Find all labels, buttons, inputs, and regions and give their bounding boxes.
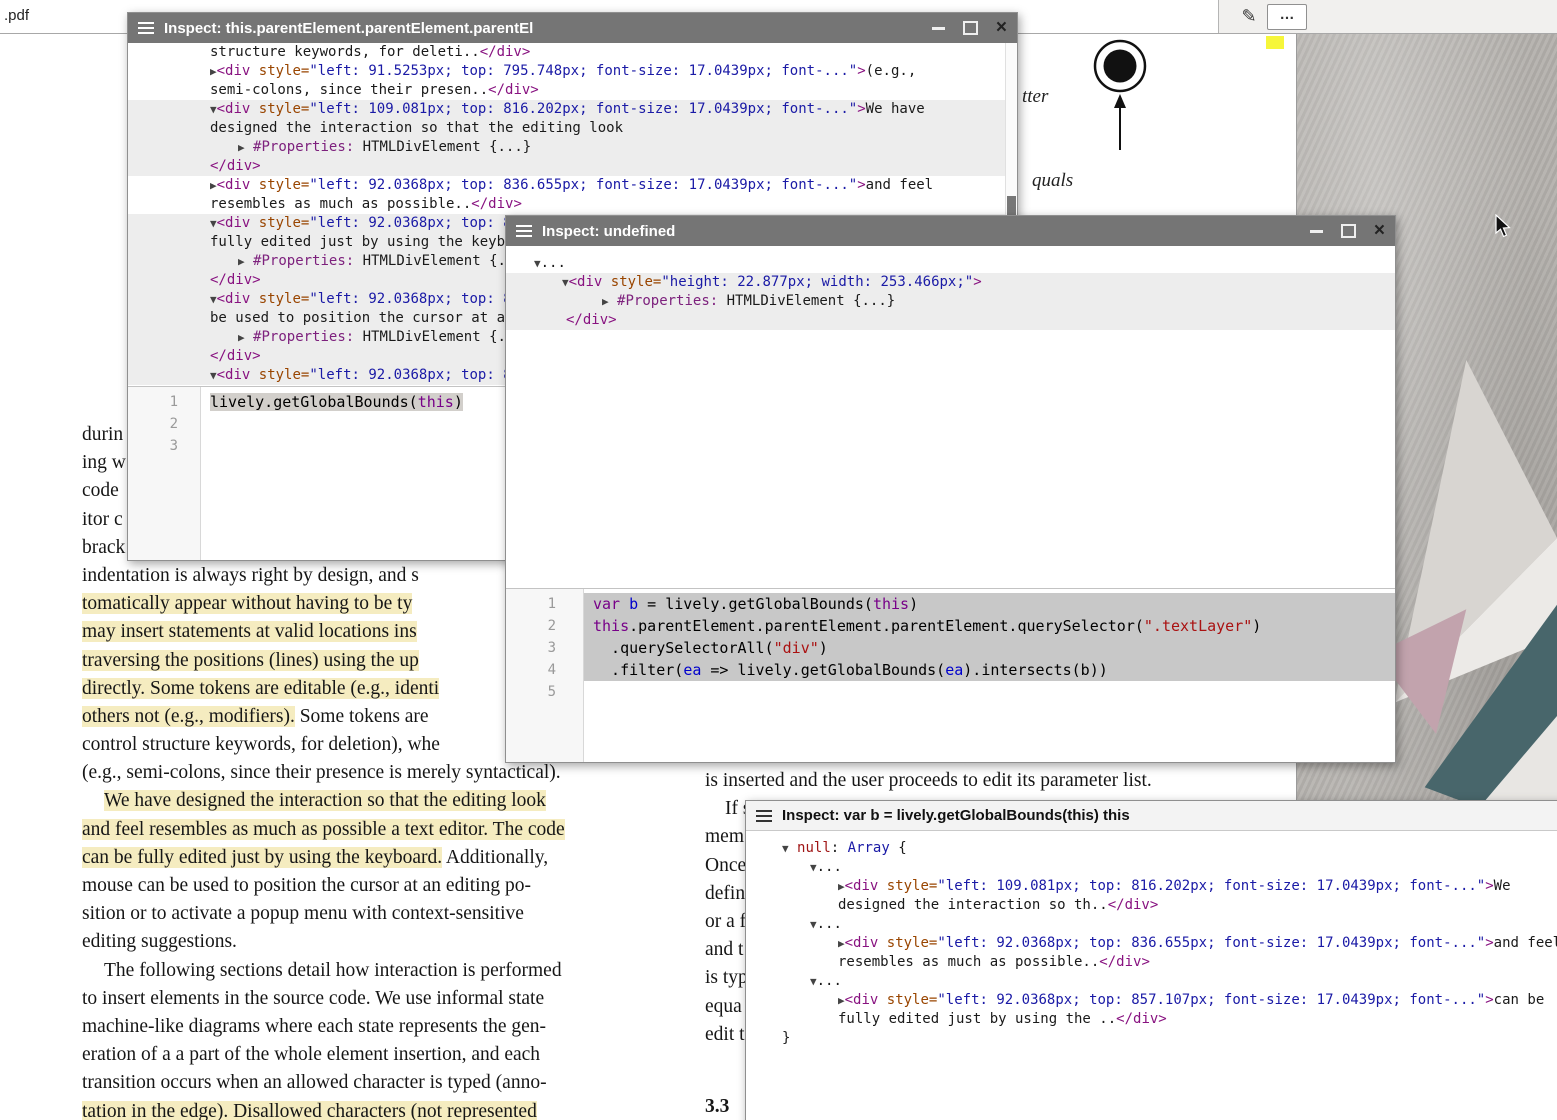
code-line[interactable]: var b = lively.getGlobalBounds(this) <box>584 593 1395 615</box>
code-line[interactable]: .filter(ea => lively.getGlobalBounds(ea)… <box>584 659 1395 681</box>
tree-row[interactable]: resembles as much as possible..</div> <box>746 953 1557 972</box>
menu-icon[interactable] <box>756 810 772 822</box>
window-titlebar[interactable]: Inspect: this.parentElement.parentElemen… <box>128 13 1017 43</box>
code-line[interactable]: this.parentElement.parentElement.parentE… <box>584 615 1395 637</box>
line-number: 3 <box>128 435 178 457</box>
window-title: Inspect: undefined <box>542 223 675 240</box>
tree-row[interactable]: } <box>746 1029 1557 1048</box>
tree-row[interactable]: </div> <box>506 311 1395 330</box>
tree-row[interactable]: ▼ null: Array { <box>746 839 1557 858</box>
pdf-text-line: machine-like diagrams where each state r… <box>82 1016 667 1044</box>
menu-icon[interactable] <box>138 22 154 34</box>
tree-row[interactable]: ▼... <box>506 254 1395 273</box>
tree-row[interactable]: </div> <box>128 157 1006 176</box>
tree-row[interactable]: resembles as much as possible..</div> <box>128 195 1006 214</box>
line-number: 1 <box>506 593 556 615</box>
pdf-tab-label[interactable]: .pdf <box>4 7 29 24</box>
pdf-diagram-label-equals: quals <box>1032 170 1073 192</box>
line-number: 5 <box>506 681 556 703</box>
pdf-text-line: We have designed the interaction so that… <box>82 790 667 818</box>
pdf-text-line: can be fully edited just by using the ke… <box>82 847 667 875</box>
line-number: 2 <box>128 413 178 435</box>
screen: durining wcodeitor cbrackindentation is … <box>0 0 1557 1120</box>
tree-row[interactable]: ▶ #Properties: HTMLDivElement {...} <box>128 138 1006 157</box>
pdf-text-line: editing suggestions. <box>82 931 667 959</box>
tree-row[interactable]: structure keywords, for deleti..</div> <box>128 43 1006 62</box>
close-button[interactable]: × <box>996 20 1007 36</box>
line-number: 2 <box>506 615 556 637</box>
tree-row[interactable]: ▶<div style="left: 92.0368px; top: 836.6… <box>128 176 1006 195</box>
pdf-text-line: sition or to activate a popup menu with … <box>82 903 667 931</box>
maximize-button[interactable] <box>1341 224 1356 238</box>
tree-row[interactable]: ▼... <box>746 972 1557 991</box>
inspector-result-tree: ▼ null: Array {▼...▶<div style="left: 10… <box>746 831 1557 1120</box>
minimize-button[interactable] <box>932 27 945 30</box>
tree-row[interactable]: ▼<div style="left: 109.081px; top: 816.2… <box>128 100 1006 119</box>
menu-icon[interactable] <box>516 225 532 237</box>
inspector-window-bounds-array: Inspect: var b = lively.getGlobalBounds(… <box>745 800 1557 1120</box>
pdf-text-line: transition occurs when an allowed charac… <box>82 1072 667 1100</box>
state-diagram-end-node <box>1085 28 1155 163</box>
inspector-dom-tree: ▼...▼<div style="height: 22.877px; width… <box>506 246 1395 589</box>
pdf-text-line: tation in the edge). Disallowed characte… <box>82 1101 667 1120</box>
tree-row[interactable]: ▼<div style="height: 22.877px; width: 25… <box>506 273 1395 292</box>
window-titlebar[interactable]: Inspect: undefined × <box>506 216 1395 246</box>
line-number: 4 <box>506 659 556 681</box>
papercraft-artwork <box>1368 360 1557 805</box>
pdf-text-line: is inserted and the user proceeds to edi… <box>705 770 1270 798</box>
tree-row[interactable]: ▶<div style="left: 109.081px; top: 816.2… <box>746 877 1557 896</box>
minimize-button[interactable] <box>1310 230 1323 233</box>
edit-pencil-icon[interactable]: ✎ <box>1235 3 1263 30</box>
tree-row[interactable]: fully edited just by using the ..</div> <box>746 1010 1557 1029</box>
tree-row[interactable]: ▶ #Properties: HTMLDivElement {...} <box>506 292 1395 311</box>
editor-lines[interactable]: var b = lively.getGlobalBounds(this)this… <box>584 589 1395 762</box>
window-titlebar[interactable]: Inspect: var b = lively.getGlobalBounds(… <box>746 801 1557 831</box>
tree-row[interactable]: designed the interaction so th..</div> <box>746 896 1557 915</box>
tree-row[interactable]: ▶<div style="left: 91.5253px; top: 795.7… <box>128 62 1006 81</box>
window-title: Inspect: this.parentElement.parentElemen… <box>164 20 533 37</box>
tree-row[interactable]: ▶<div style="left: 92.0368px; top: 857.1… <box>746 991 1557 1010</box>
line-number: 3 <box>506 637 556 659</box>
tree-row[interactable]: ▶<div style="left: 92.0368px; top: 836.6… <box>746 934 1557 953</box>
more-options-button[interactable]: … <box>1267 4 1307 30</box>
yellow-selection-marker[interactable] <box>1266 36 1284 49</box>
code-editor[interactable]: 12345 var b = lively.getGlobalBounds(thi… <box>506 588 1395 762</box>
code-line[interactable]: .querySelectorAll("div") <box>584 637 1395 659</box>
pdf-text-line: and feel resembles as much as possible a… <box>82 819 667 847</box>
code-line[interactable] <box>584 681 1395 703</box>
editor-gutter: 12345 <box>506 589 584 762</box>
pdf-text-line: mouse can be used to position the cursor… <box>82 875 667 903</box>
pdf-text-line: (e.g., semi-colons, since their presence… <box>82 762 667 790</box>
pdf-text-line: to insert elements in the source code. W… <box>82 988 667 1016</box>
window-title: Inspect: var b = lively.getGlobalBounds(… <box>782 807 1130 824</box>
tree-row[interactable]: designed the interaction so that the edi… <box>128 119 1006 138</box>
pdf-text-line: eration of a a part of the whole element… <box>82 1044 667 1072</box>
maximize-button[interactable] <box>963 21 978 35</box>
pdf-text-line: The following sections detail how intera… <box>82 960 667 988</box>
inspector-window-undefined: Inspect: undefined × ▼...▼<div style="he… <box>505 215 1396 763</box>
editor-gutter: 123 <box>128 387 201 560</box>
close-button[interactable]: × <box>1374 223 1385 239</box>
line-number: 1 <box>128 391 178 413</box>
tree-row[interactable]: ▼... <box>746 915 1557 934</box>
pdf-diagram-label-letter: tter <box>1022 86 1048 108</box>
toolbar: ✎ … <box>1218 0 1557 33</box>
tree-row[interactable]: ▼... <box>746 858 1557 877</box>
tree-row[interactable]: semi-colons, since their presen..</div> <box>128 81 1006 100</box>
